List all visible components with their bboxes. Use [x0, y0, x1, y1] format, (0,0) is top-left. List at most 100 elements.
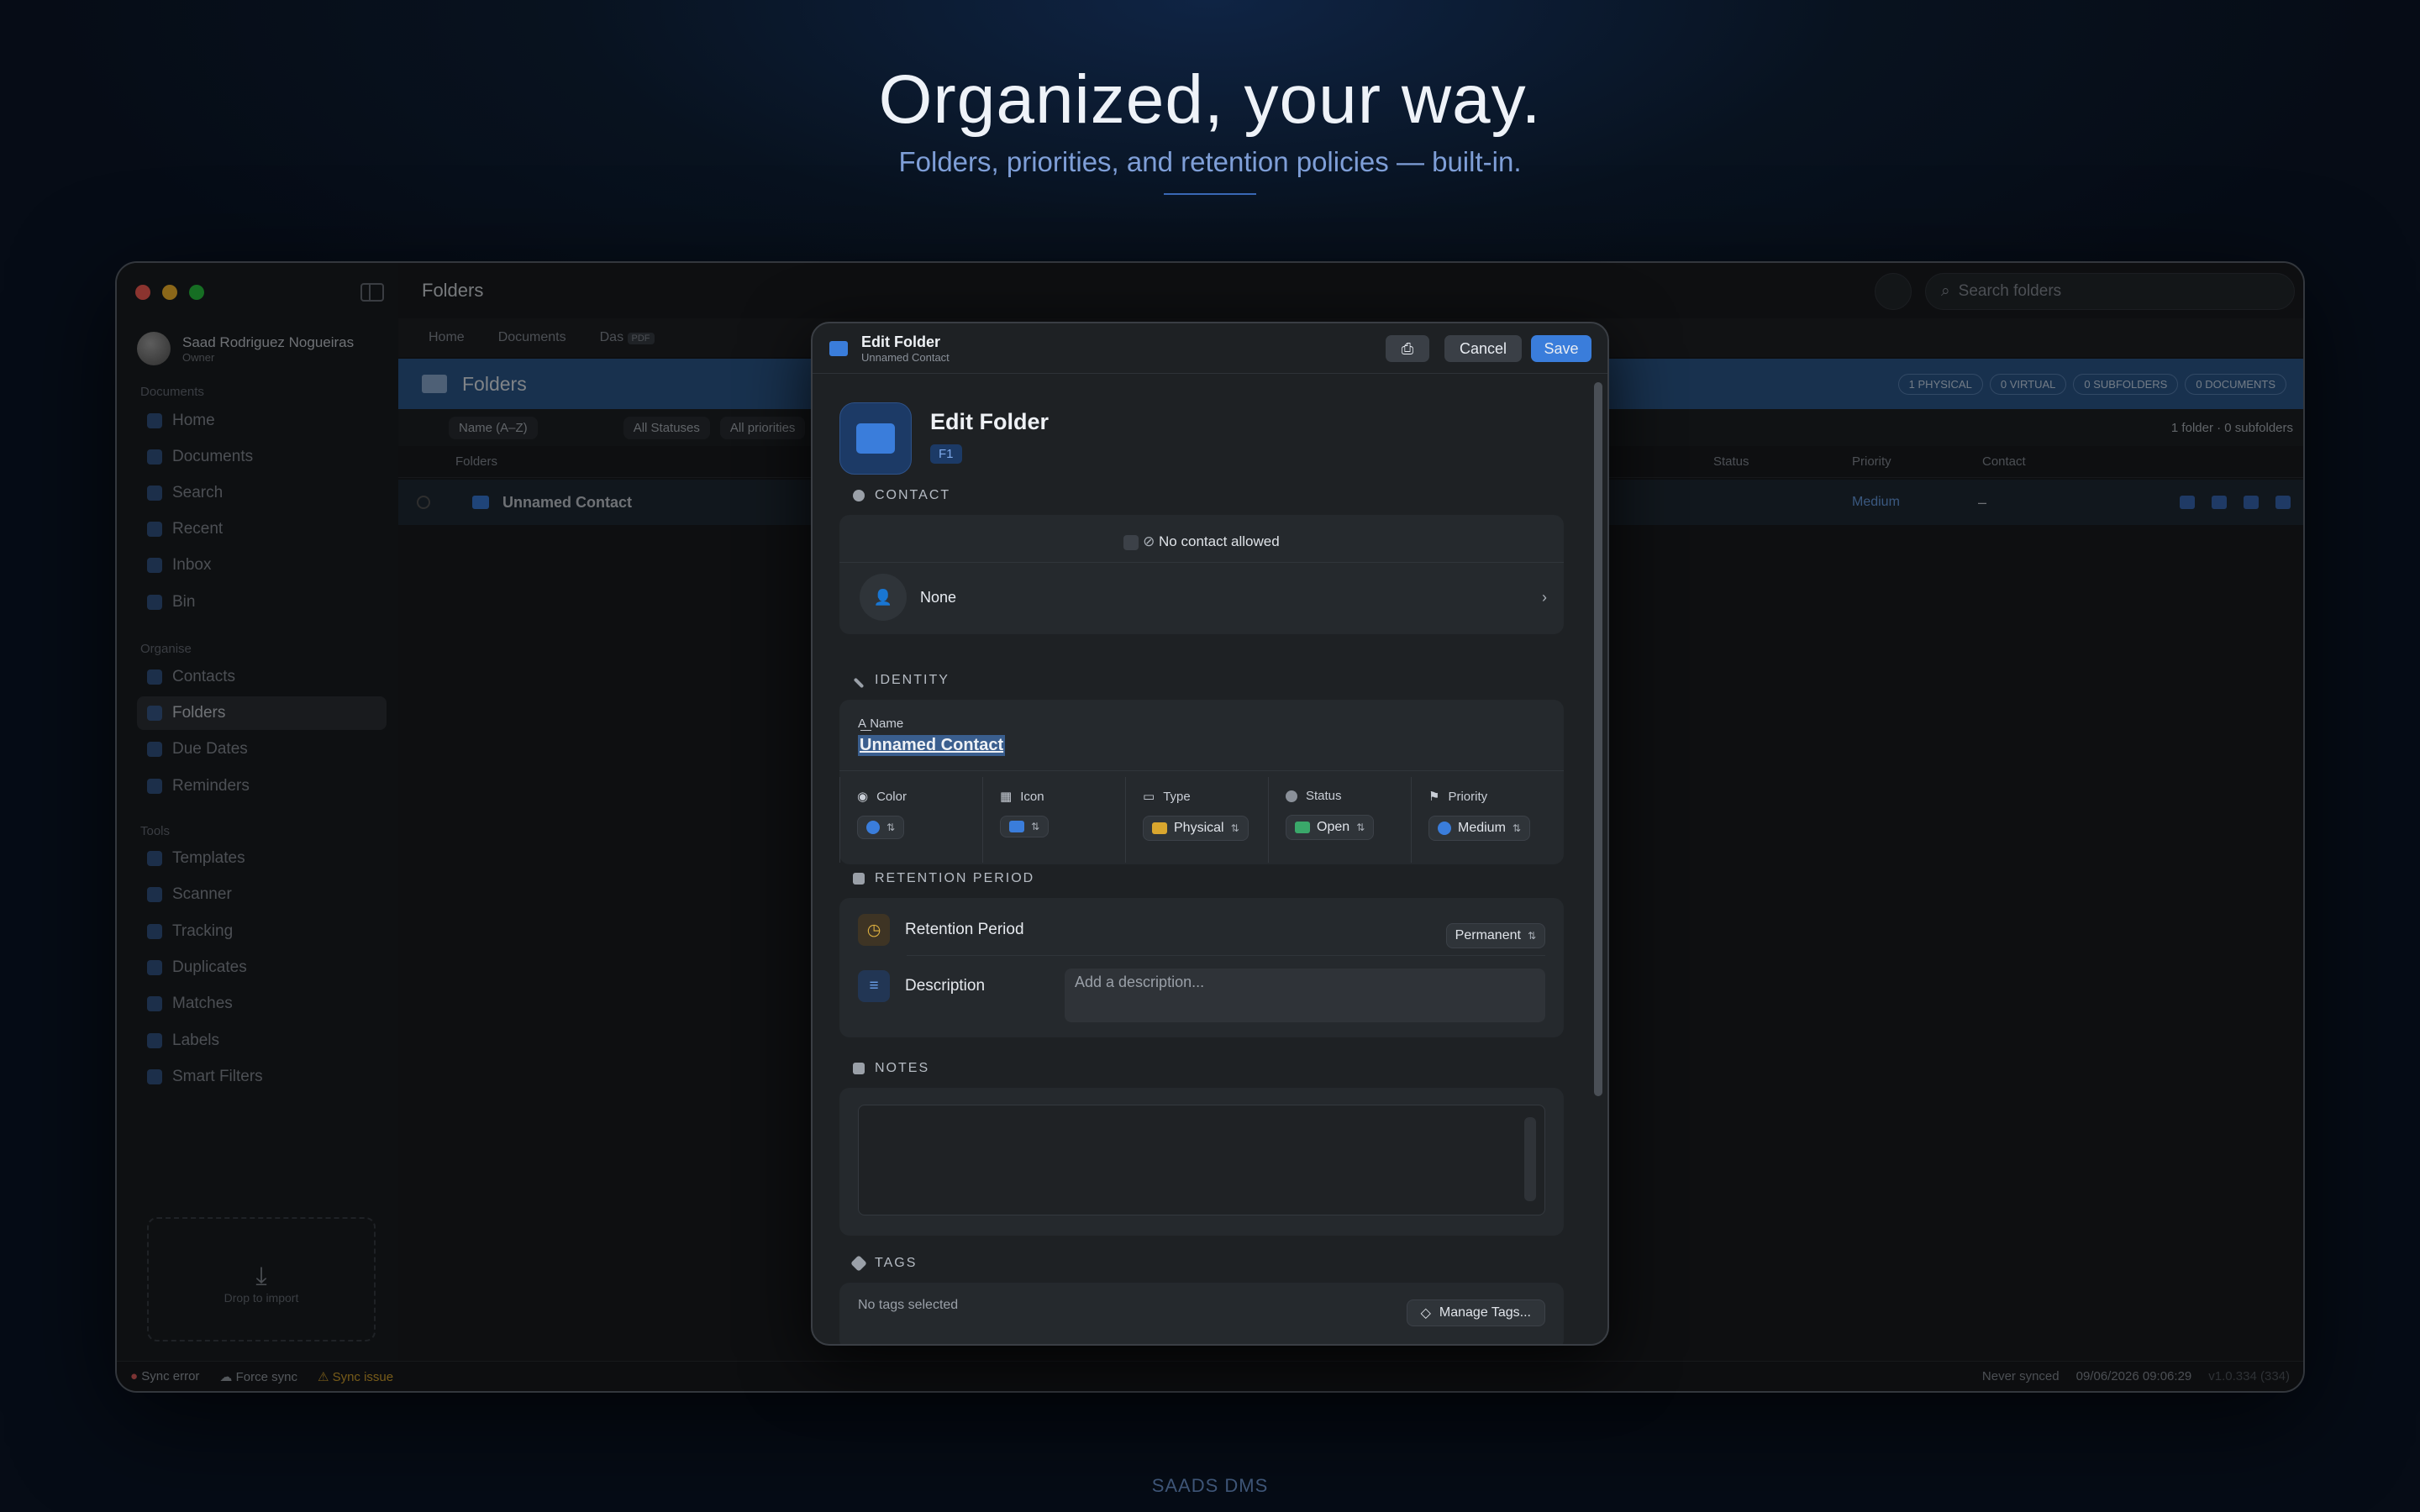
- contact-picker[interactable]: 👤 None ›: [860, 572, 1547, 622]
- tag-icon: ◇: [1420, 1306, 1431, 1320]
- text-lines-icon: ≡: [858, 970, 890, 1002]
- dialog-heading: Edit Folder: [930, 409, 1049, 434]
- folder-outline-icon: ▭: [1143, 790, 1155, 804]
- no-contact-checkbox[interactable]: [1123, 534, 1139, 550]
- name-field[interactable]: Unnamed Contact: [858, 735, 1006, 756]
- dialog-title: Edit Folder: [861, 333, 940, 350]
- text-cursor-icon: A͟: [858, 717, 867, 731]
- tags-section-text: TAGS: [875, 1256, 918, 1270]
- identity-section-label: IDENTITY: [853, 673, 950, 688]
- priority-label-text: Priority: [1448, 789, 1488, 804]
- retention-section-label: RETENTION PERIOD: [853, 871, 1034, 886]
- contact-section-title-label: CONTACT: [853, 488, 950, 503]
- divider: [839, 770, 1564, 771]
- retention-row: ◷ Retention Period Permanent ⇅: [858, 911, 1545, 948]
- retention-label: Retention Period: [905, 921, 1024, 938]
- notes-textarea[interactable]: [858, 1105, 1545, 1215]
- chevron-updown-icon: ⇅: [1031, 821, 1040, 832]
- status-label: Status: [1286, 789, 1411, 803]
- hero: Organized, your way. Folders, priorities…: [0, 60, 2420, 195]
- retention-select[interactable]: Permanent ⇅: [1445, 923, 1545, 948]
- type-cell: ▭ Type Physical ⇅: [1125, 777, 1268, 863]
- save-button[interactable]: Save: [1531, 335, 1591, 362]
- color-label-text: Color: [876, 789, 907, 804]
- folder-icon: [1009, 821, 1024, 832]
- name-label: A͟ Name: [858, 717, 903, 731]
- type-select[interactable]: Physical ⇅: [1143, 816, 1249, 841]
- chevron-updown-icon: ⇅: [886, 822, 896, 833]
- retention-card: ◷ Retention Period Permanent ⇅ ≡ Descript…: [839, 898, 1564, 1037]
- tags-card: No tags selected ◇ Manage Tags...: [839, 1283, 1564, 1344]
- type-value: Physical: [1174, 821, 1224, 835]
- no-contact-toggle[interactable]: ⊘ No contact allowed: [839, 533, 1564, 550]
- folder-glyph: [856, 423, 895, 454]
- calendar-clock-icon: [853, 873, 865, 885]
- icon-select[interactable]: ⇅: [1000, 816, 1050, 837]
- status-label-text: Status: [1306, 789, 1342, 803]
- type-label: ▭ Type: [1143, 789, 1268, 805]
- name-label-text: Name: [870, 717, 904, 731]
- hero-underline: [1164, 193, 1256, 195]
- color-cell: ◉ Color ⇅: [839, 777, 982, 863]
- manage-tags-button[interactable]: ◇ Manage Tags...: [1406, 1299, 1545, 1326]
- clock-badge-icon: ◷: [858, 914, 890, 946]
- identity-card: A͟ Name Unnamed Contact ◉ Color ⇅ ▦ Icon ⇅…: [839, 700, 1564, 864]
- chevron-right-icon: ›: [1542, 588, 1547, 606]
- chevron-updown-icon: ⇅: [1230, 822, 1239, 834]
- retention-value: Permanent: [1455, 928, 1521, 942]
- person-icon: 👤: [860, 574, 907, 621]
- chevron-updown-icon: ⇅: [1527, 930, 1536, 942]
- notes-section-label: NOTES: [853, 1061, 929, 1076]
- printer-icon: ⎙: [1401, 339, 1414, 357]
- priority-label: ⚑ Priority: [1428, 789, 1564, 805]
- color-select[interactable]: ⇅: [857, 816, 905, 839]
- dialog-body: Edit Folder F1 CONTACT ⊘ No contact allo…: [813, 374, 1607, 1344]
- icon-cell: ▦ Icon ⇅: [982, 777, 1125, 863]
- identity-section-text: IDENTITY: [875, 673, 950, 687]
- priority-dot-icon: [1438, 822, 1451, 835]
- status-value: Open: [1317, 820, 1350, 834]
- notes-card: [839, 1088, 1564, 1236]
- no-tags-label: No tags selected: [858, 1298, 959, 1312]
- color-swatch: [866, 821, 880, 834]
- contact-card: ⊘ No contact allowed 👤 None ›: [839, 515, 1564, 634]
- dialog-subtitle: Unnamed Contact: [861, 350, 950, 364]
- grid-icon: ▦: [1000, 790, 1013, 804]
- notes-section-text: NOTES: [875, 1061, 930, 1075]
- status-circle-icon: [1286, 790, 1297, 802]
- status-cell: Status Open ⇅: [1268, 777, 1411, 863]
- status-select[interactable]: Open ⇅: [1286, 815, 1375, 840]
- description-label: Description: [905, 977, 986, 995]
- tag-icon: [850, 1255, 867, 1272]
- scrollbar[interactable]: [1594, 382, 1602, 1096]
- chevron-updown-icon: ⇅: [1356, 822, 1365, 833]
- divider: [839, 562, 1564, 563]
- priority-cell: ⚑ Priority Medium ⇅: [1411, 777, 1564, 863]
- contact-section-text-label: CONTACT: [875, 488, 951, 502]
- contact-value: None: [920, 588, 957, 606]
- description-row: ≡ Description: [858, 970, 985, 1002]
- icon-label-text: Icon: [1020, 789, 1044, 804]
- edit-folder-dialog: Edit Folder Unnamed Contact ⎙ Cancel Sav…: [811, 322, 1609, 1346]
- description-input[interactable]: Add a description...: [1065, 969, 1545, 1022]
- palette-icon: ◉: [857, 790, 869, 804]
- divider: [907, 955, 1545, 956]
- flag-icon: ⚑: [1428, 790, 1440, 804]
- priority-select[interactable]: Medium ⇅: [1428, 816, 1530, 841]
- no-contact-label: No contact allowed: [1159, 533, 1280, 549]
- type-label-text: Type: [1163, 789, 1191, 804]
- retention-section-text: RETENTION PERIOD: [875, 871, 1035, 885]
- cancel-button[interactable]: Cancel: [1444, 335, 1522, 362]
- icon-label: ▦ Icon: [1000, 789, 1125, 805]
- person-circle-icon: [853, 490, 865, 501]
- open-folder-icon: [1295, 822, 1310, 833]
- tags-section-label: TAGS: [850, 1255, 918, 1272]
- priority-value: Medium: [1458, 821, 1506, 835]
- print-button[interactable]: ⎙: [1386, 335, 1429, 362]
- notes-scrollbar[interactable]: [1524, 1117, 1536, 1201]
- pencil-icon: [853, 677, 865, 688]
- dialog-header: Edit Folder Unnamed Contact ⎙ Cancel Sav…: [813, 323, 1607, 374]
- color-label: ◉ Color: [857, 789, 982, 805]
- manage-tags-label: Manage Tags...: [1439, 1305, 1531, 1320]
- person-slash-icon: ⊘: [1143, 533, 1160, 549]
